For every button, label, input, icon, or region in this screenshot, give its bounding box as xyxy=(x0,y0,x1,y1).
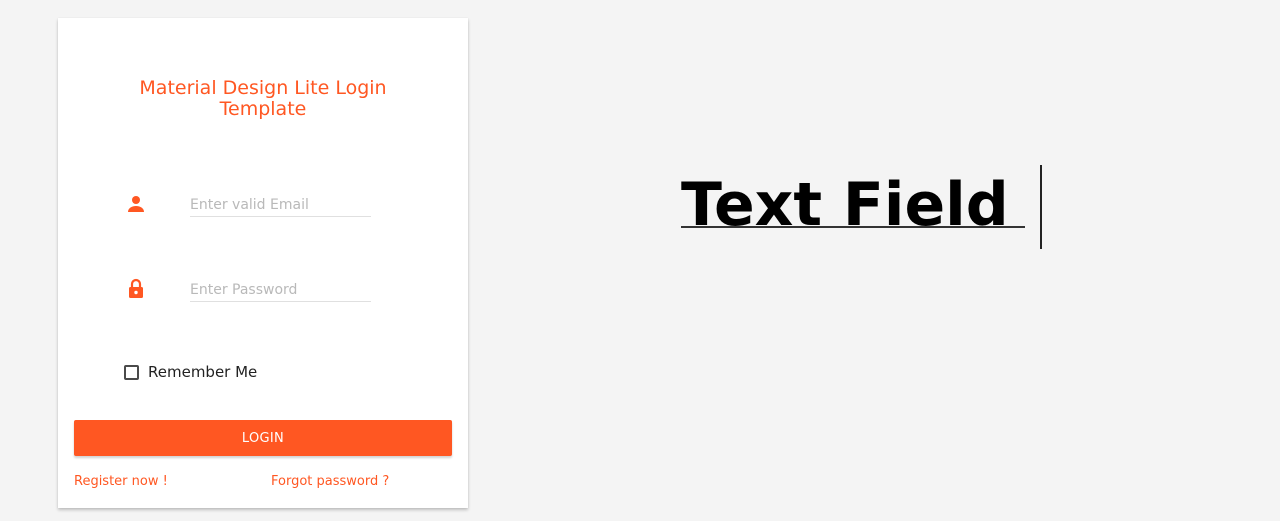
remember-me[interactable]: Remember Me xyxy=(124,363,257,381)
forgot-password-link[interactable]: Forgot password ? xyxy=(271,474,389,489)
register-link[interactable]: Register now ! xyxy=(74,474,168,489)
page: Material Design Lite Login Template Ente… xyxy=(0,0,1280,521)
lock-icon xyxy=(124,277,148,301)
banner-text: Text Field xyxy=(681,170,1009,240)
text-cursor xyxy=(1040,165,1042,249)
login-card: Material Design Lite Login Template Ente… xyxy=(58,18,468,508)
email-field[interactable] xyxy=(190,193,371,217)
remember-me-checkbox[interactable] xyxy=(124,364,139,380)
person-icon xyxy=(124,192,148,216)
banner-underline xyxy=(681,226,1025,228)
password-row xyxy=(124,273,384,313)
login-button[interactable]: LOGIN xyxy=(74,420,452,456)
text-field-banner: Text Field xyxy=(681,160,1061,255)
password-field[interactable] xyxy=(190,278,371,302)
email-row xyxy=(124,188,384,228)
card-title: Material Design Lite Login Template xyxy=(139,77,387,120)
remember-me-label: Remember Me xyxy=(148,363,258,381)
